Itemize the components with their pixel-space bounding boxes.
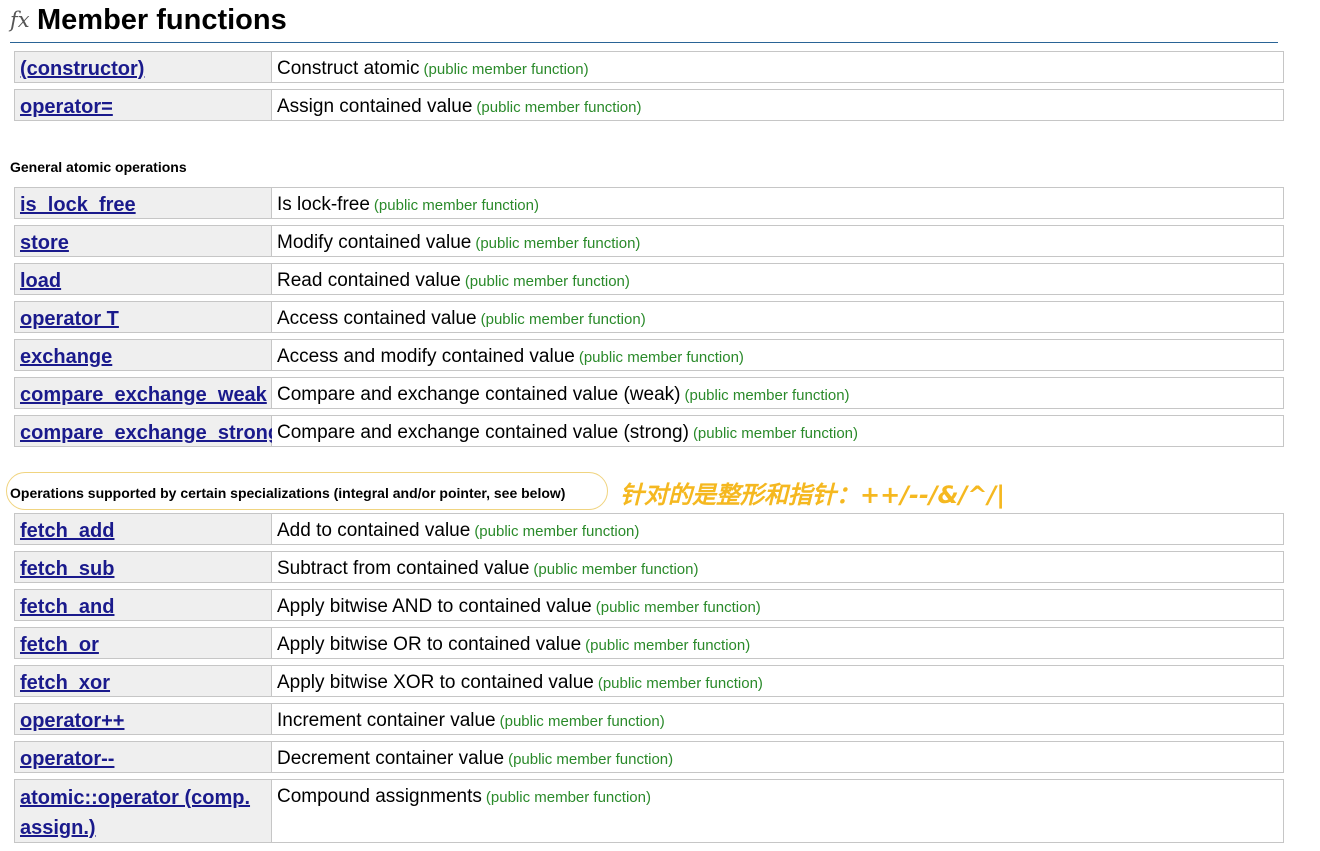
member-description: Decrement container value (public member … (277, 748, 674, 769)
name-cell: load (14, 263, 272, 295)
member-description: Read contained value (public member funct… (277, 270, 630, 291)
member-link-operator-increment[interactable]: operator++ (20, 710, 124, 733)
name-cell: fetch_add (14, 513, 272, 545)
name-cell: operator-- (14, 741, 272, 773)
fx-icon: fx (10, 8, 30, 32)
desc-cell: Access and modify contained value (public… (272, 339, 1284, 371)
desc-cell: Apply bitwise AND to contained value (pub… (272, 589, 1284, 621)
table-row: fetch_or Apply bitwise OR to contained v… (14, 627, 1284, 659)
member-description: Access contained value (public member fun… (277, 308, 646, 329)
desc-cell: Apply bitwise OR to contained value (publ… (272, 627, 1284, 659)
table-row: operator++ Increment container value (pub… (14, 703, 1284, 735)
member-description: Apply bitwise XOR to contained value (pub… (277, 672, 763, 693)
member-link-fetch-add[interactable]: fetch_add (20, 520, 114, 543)
table-row: fetch_sub Subtract from contained value(… (14, 551, 1284, 583)
member-description: Apply bitwise AND to contained value (pub… (277, 596, 761, 617)
desc-cell: Apply bitwise XOR to contained value (pub… (272, 665, 1284, 697)
name-cell: is_lock_free (14, 187, 272, 219)
member-table-basic: (constructor) Construct atomic (public me… (14, 51, 1284, 127)
section-heading-general: General atomic operations (10, 159, 187, 175)
name-cell: operator= (14, 89, 272, 121)
name-cell: (constructor) (14, 51, 272, 83)
member-table-general: is_lock_free Is lock-free (public member … (14, 187, 1284, 453)
member-description: Assign contained value (public member fun… (277, 96, 642, 117)
member-description: Construct atomic (public member function) (277, 58, 589, 79)
member-link-operator-t[interactable]: operator T (20, 308, 119, 331)
member-link-fetch-sub[interactable]: fetch_sub (20, 558, 114, 581)
desc-cell: Add to contained value (public member fun… (272, 513, 1284, 545)
table-row: operator= Assign contained value (public … (14, 89, 1284, 121)
member-description: Compound assignments (public member funct… (277, 786, 651, 807)
table-row: operator T Access contained value (public… (14, 301, 1284, 333)
member-link-compare-exchange-strong[interactable]: compare_exchange_strong (20, 422, 280, 445)
desc-cell: Assign contained value (public member fun… (272, 89, 1284, 121)
name-cell: store (14, 225, 272, 257)
member-link-compound-assignment[interactable]: atomic::operator (comp. assign.) (20, 783, 260, 843)
desc-cell: Increment container value (public member … (272, 703, 1284, 735)
desc-cell: Compare and exchange contained value (st… (272, 415, 1284, 447)
name-cell: operator T (14, 301, 272, 333)
name-cell: fetch_or (14, 627, 272, 659)
member-link-compare-exchange-weak[interactable]: compare_exchange_weak (20, 384, 267, 407)
handwritten-annotation: 针对的是整形和指针：++/--/&/^/| (620, 481, 1006, 509)
member-description: Compare and exchange contained value (st… (277, 422, 859, 443)
member-description: Apply bitwise OR to contained value (publ… (277, 634, 751, 655)
page-title: Member functions (37, 4, 287, 36)
name-cell: atomic::operator (comp. assign.) (14, 779, 272, 843)
desc-cell: Compare and exchange contained value (we… (272, 377, 1284, 409)
table-row: fetch_add Add to contained value (public … (14, 513, 1284, 545)
table-row: compare_exchange_weak Compare and exchan… (14, 377, 1284, 409)
table-row: fetch_and Apply bitwise AND to contained… (14, 589, 1284, 621)
desc-cell: Read contained value (public member funct… (272, 263, 1284, 295)
table-row: is_lock_free Is lock-free (public member … (14, 187, 1284, 219)
member-description: Access and modify contained value (public… (277, 346, 744, 367)
member-description: Compare and exchange contained value (we… (277, 384, 850, 405)
table-row: (constructor) Construct atomic (public me… (14, 51, 1284, 83)
member-description: Modify contained value (public member fun… (277, 232, 641, 253)
member-link-is-lock-free[interactable]: is_lock_free (20, 194, 136, 217)
table-row: compare_exchange_strong Compare and exch… (14, 415, 1284, 447)
desc-cell: Access contained value (public member fun… (272, 301, 1284, 333)
table-row: exchange Access and modify contained val… (14, 339, 1284, 371)
desc-cell: Is lock-free (public member function) (272, 187, 1284, 219)
table-row: store Modify contained value (public memb… (14, 225, 1284, 257)
member-description: Add to contained value (public member fun… (277, 520, 640, 541)
member-link-operator-assign[interactable]: operator= (20, 96, 113, 119)
desc-cell: Compound assignments (public member funct… (272, 779, 1284, 843)
name-cell: compare_exchange_strong (14, 415, 280, 447)
section-heading-specializations: Operations supported by certain speciali… (10, 485, 566, 501)
desc-cell: Decrement container value (public member … (272, 741, 1284, 773)
member-link-fetch-or[interactable]: fetch_or (20, 634, 99, 657)
table-row: operator-- Decrement container value (pub… (14, 741, 1284, 773)
name-cell: operator++ (14, 703, 272, 735)
table-row: fetch_xor Apply bitwise XOR to contained… (14, 665, 1284, 697)
name-cell: fetch_and (14, 589, 272, 621)
name-cell: fetch_sub (14, 551, 272, 583)
member-table-specializations: fetch_add Add to contained value (public … (14, 513, 1284, 849)
member-description: Increment container value (public member … (277, 710, 665, 731)
member-link-fetch-and[interactable]: fetch_and (20, 596, 114, 619)
member-link-constructor[interactable]: (constructor) (20, 58, 144, 81)
member-link-store[interactable]: store (20, 232, 69, 255)
name-cell: fetch_xor (14, 665, 272, 697)
section-header: fx Member functions (10, 2, 1278, 43)
desc-cell: Construct atomic (public member function) (272, 51, 1284, 83)
member-link-load[interactable]: load (20, 270, 61, 293)
name-cell: exchange (14, 339, 272, 371)
member-description: Subtract from contained value (public mem… (277, 558, 699, 579)
desc-cell: Modify contained value (public member fun… (272, 225, 1284, 257)
table-row: atomic::operator (comp. assign.) Compoun… (14, 779, 1284, 843)
member-link-fetch-xor[interactable]: fetch_xor (20, 672, 110, 695)
table-row: load Read contained value (public member … (14, 263, 1284, 295)
name-cell: compare_exchange_weak (14, 377, 272, 409)
member-link-operator-decrement[interactable]: operator-- (20, 748, 114, 771)
desc-cell: Subtract from contained value (public mem… (272, 551, 1284, 583)
member-description: Is lock-free (public member function) (277, 194, 539, 215)
member-link-exchange[interactable]: exchange (20, 346, 112, 369)
